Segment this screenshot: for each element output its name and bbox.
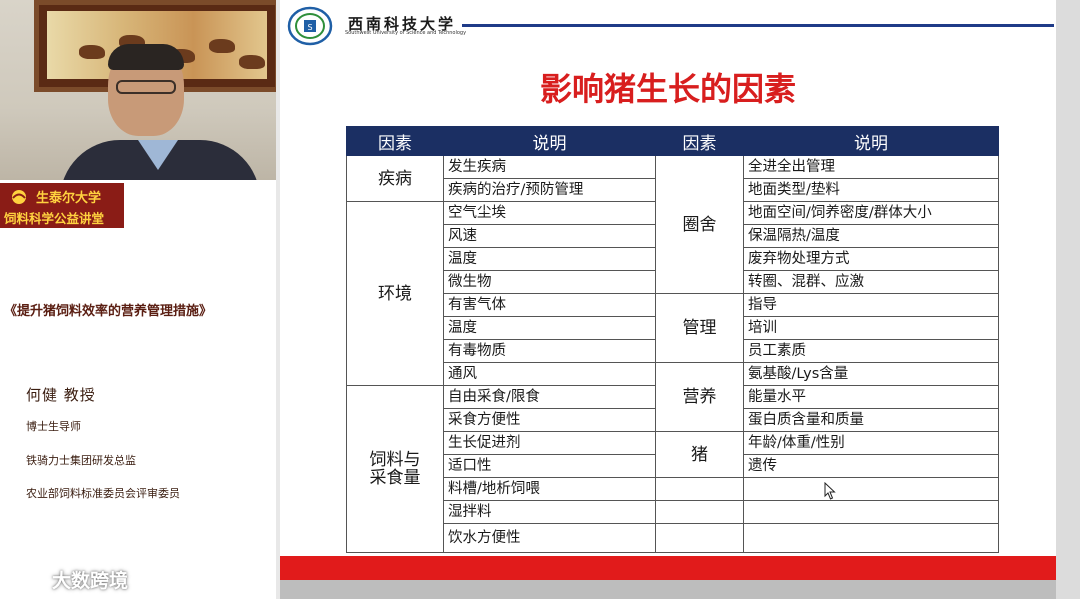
- table-row: 饮水方便性: [347, 523, 999, 553]
- factor-cell: 疾病: [346, 155, 444, 202]
- description-cell: 料槽/地析饲喂: [443, 477, 656, 501]
- header-divider-line: [462, 24, 1054, 27]
- column-header: 因素: [655, 126, 744, 156]
- description-cell: 氨基酸/Lys含量: [743, 362, 999, 386]
- growth-factors-table: 因素 说明 因素 说明 疾病 发生疾病 圈舍 全进全出管理 疾病的治疗/预防管理…: [346, 126, 999, 553]
- table-row: 通风 营养 氨基酸/Lys含量: [347, 362, 999, 432]
- description-cell: 通风: [443, 362, 656, 386]
- empty-cell: [743, 500, 999, 524]
- description-cell: 适口性: [443, 454, 656, 478]
- description-cell: 自由采食/限食: [443, 385, 656, 409]
- slide-title: 影响猪生长的因素: [539, 70, 796, 108]
- column-header: 因素: [346, 126, 444, 156]
- description-cell: 采食方便性: [443, 408, 656, 432]
- table-row: 有害气体 管理 指导: [347, 293, 999, 363]
- description-cell: 废弃物处理方式: [743, 247, 999, 271]
- description-cell: 转圈、混群、应激: [743, 270, 999, 294]
- school-subtitle: 饲料科学公益讲堂: [4, 211, 105, 226]
- factor-line: 采食量: [369, 468, 421, 488]
- empty-cell: [655, 523, 744, 553]
- description-cell: 地面类型/垫料: [743, 178, 999, 202]
- slide-viewport-edge: [1056, 0, 1080, 599]
- description-cell: 指导: [743, 293, 999, 317]
- table-header-row: 因素 说明 因素 说明: [346, 126, 999, 156]
- presenter-panel: 生泰尔大学 饲料科学公益讲堂 《提升猪饲料效率的营养管理措施》 何健 教授 博士…: [0, 0, 276, 599]
- school-logo-banner: 生泰尔大学 饲料科学公益讲堂: [0, 183, 124, 228]
- table-row: 湿拌料: [347, 500, 999, 524]
- empty-cell: [655, 477, 744, 501]
- factor-line: 饲料与: [369, 450, 421, 470]
- empty-cell: [743, 477, 999, 501]
- description-cell: 全进全出管理: [743, 155, 999, 179]
- column-header: 说明: [443, 126, 656, 156]
- description-cell: 保温隔热/温度: [743, 224, 999, 248]
- factor-cell: 饲料与 采食量: [346, 385, 444, 553]
- speaker-credential: 农业部饲料标准委员会评审委员: [26, 487, 180, 500]
- description-cell: 风速: [443, 224, 656, 248]
- description-cell: 蛋白质含量和质量: [743, 408, 999, 432]
- table-row: 疾病 发生疾病 圈舍 全进全出管理: [346, 155, 999, 294]
- description-cell: 有毒物质: [443, 339, 656, 363]
- description-cell: 发生疾病: [443, 155, 656, 179]
- watermark-text: 大数跨境: [52, 570, 129, 592]
- webcam-video: [0, 0, 276, 180]
- description-cell: 有害气体: [443, 293, 656, 317]
- table-row: 料槽/地析饲喂: [347, 477, 999, 501]
- factor-cell: 管理: [655, 293, 744, 363]
- description-cell: 疾病的治疗/预防管理: [443, 178, 656, 202]
- school-emblem-icon: [12, 190, 26, 204]
- factor-cell: 环境: [346, 201, 444, 386]
- factor-cell: 猪: [655, 431, 744, 478]
- watermark-logo-icon: [8, 568, 51, 588]
- viewport-bottom-bar: [280, 580, 1056, 599]
- empty-cell: [743, 523, 999, 553]
- description-cell: 遗传: [743, 454, 999, 478]
- slide-footer-band: [280, 556, 1056, 580]
- university-name-en: Southwest University of Science and Tech…: [345, 30, 467, 36]
- description-cell: 空气尘埃: [443, 201, 656, 225]
- column-header: 说明: [743, 126, 999, 156]
- university-emblem-icon: S: [287, 6, 333, 46]
- description-cell: 年龄/体重/性别: [743, 431, 999, 455]
- lecture-title: 《提升猪饲料效率的营养管理措施》: [4, 304, 213, 319]
- speaker-credential: 铁骑力士集团研发总监: [26, 454, 136, 467]
- description-cell: 饮水方便性: [443, 523, 656, 553]
- table-row: 生长促进剂 猪 年龄/体重/性别: [347, 431, 999, 478]
- factor-cell: 营养: [655, 362, 744, 432]
- empty-cell: [655, 500, 744, 524]
- school-name: 生泰尔大学: [36, 191, 102, 206]
- description-cell: 生长促进剂: [443, 431, 656, 455]
- presenter-figure: [60, 44, 260, 180]
- description-cell: 培训: [743, 316, 999, 340]
- description-cell: 温度: [443, 247, 656, 271]
- factor-cell: 圈舍: [655, 155, 744, 294]
- description-cell: 员工素质: [743, 339, 999, 363]
- description-cell: 温度: [443, 316, 656, 340]
- description-cell: 微生物: [443, 270, 656, 294]
- speaker-name: 何健 教授: [26, 386, 96, 404]
- svg-text:S: S: [307, 23, 312, 32]
- mouse-cursor-icon: [824, 482, 836, 500]
- description-cell: 湿拌料: [443, 500, 656, 524]
- description-cell: 能量水平: [743, 385, 999, 409]
- description-cell: 地面空间/饲养密度/群体大小: [743, 201, 999, 225]
- speaker-credential: 博士生导师: [26, 420, 81, 433]
